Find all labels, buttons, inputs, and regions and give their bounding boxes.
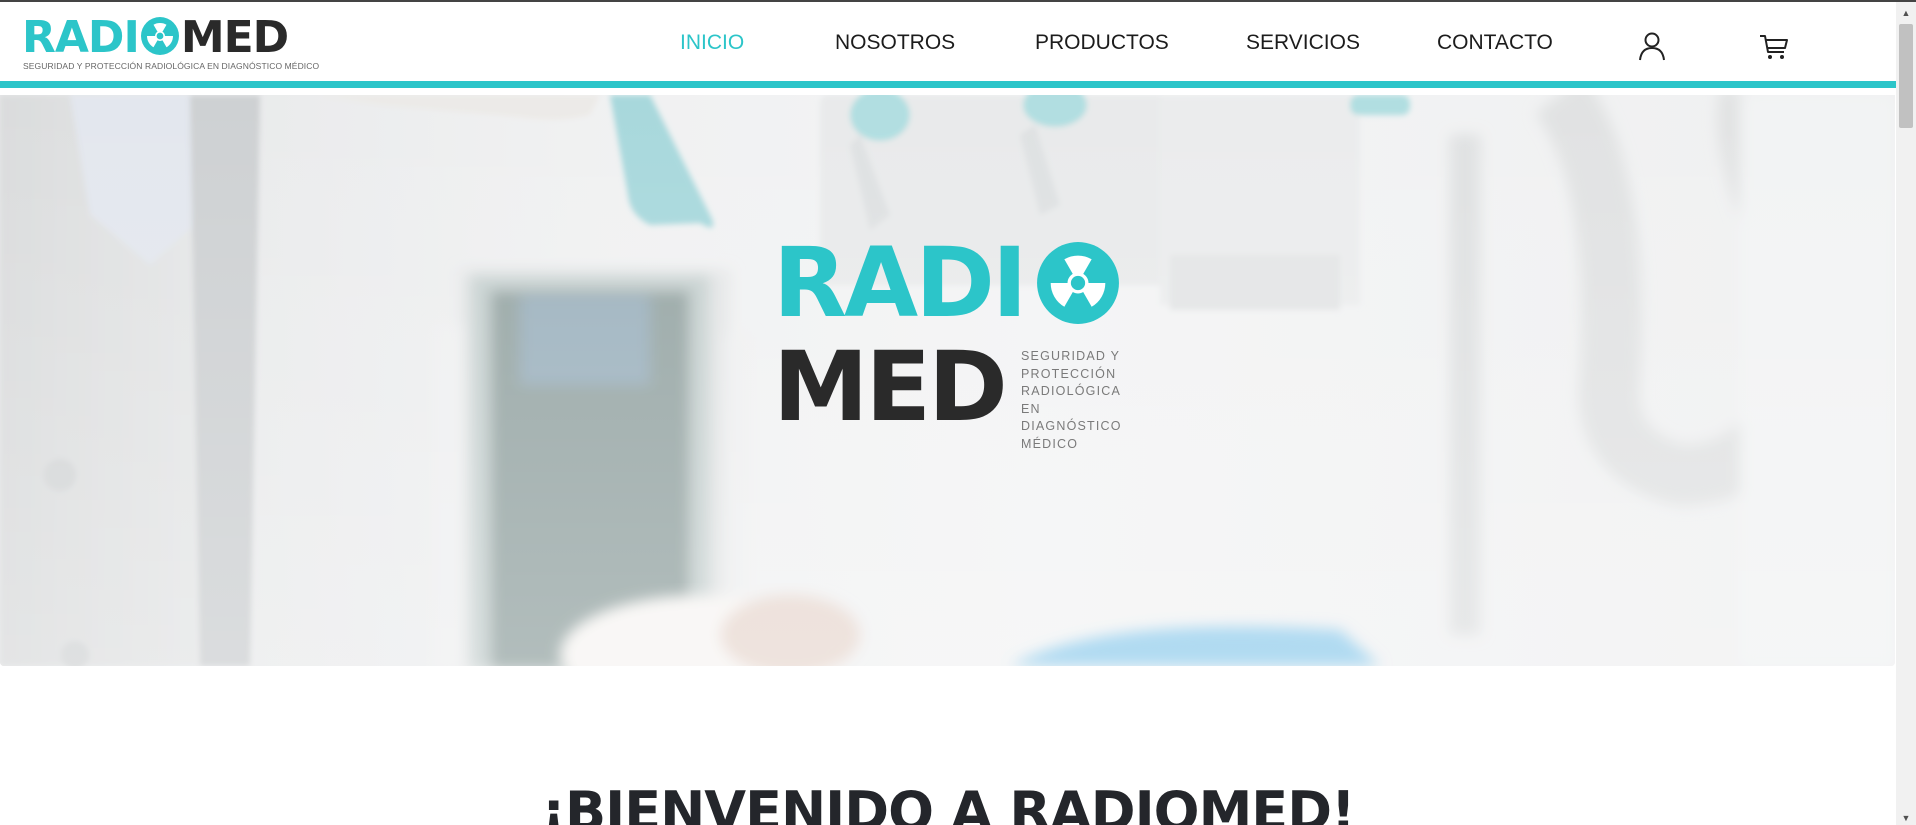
scroll-down-arrow-icon[interactable]: ▼	[1896, 809, 1916, 825]
logo-text-med: MED	[180, 12, 289, 63]
nav-item-nosotros[interactable]: NOSOTROS	[835, 31, 955, 55]
hero-tagline-line: DIAGNÓSTICO	[1021, 419, 1122, 433]
radiation-icon	[1037, 242, 1119, 324]
logo-wordmark: RADI MED	[22, 16, 289, 60]
account-button[interactable]	[1636, 30, 1668, 62]
hero-banner: RADI MED SEGURIDAD Y PROTECCIÓN RADIOLÓG…	[0, 95, 1895, 666]
user-icon	[1639, 32, 1665, 61]
site-header: RADI MED SEGURIDAD Y PROTECCIÓN RADIOLÓG…	[0, 2, 1896, 88]
hero-tagline-line: PROTECCIÓN	[1021, 366, 1117, 381]
hero-tagline-line: MÉDICO	[1021, 436, 1079, 451]
page-scrollbar[interactable]: ▲ ▼	[1896, 2, 1916, 825]
hero-tagline-line: SEGURIDAD Y	[1021, 349, 1121, 363]
hero-logo-med: MED	[773, 331, 1008, 443]
nav-item-servicios[interactable]: SERVICIOS	[1246, 31, 1360, 55]
nav-item-productos[interactable]: PRODUCTOS	[1035, 31, 1169, 55]
hero-tagline: SEGURIDAD Y PROTECCIÓN RADIOLÓGICA EN DI…	[1021, 348, 1141, 453]
shopping-cart-icon	[1760, 35, 1788, 59]
nav-item-contacto[interactable]: CONTACTO	[1437, 31, 1553, 55]
logo-text-radio: RADI	[22, 12, 140, 63]
nav-item-inicio[interactable]: INICIO	[680, 31, 744, 55]
page: RADI MED SEGURIDAD Y PROTECCIÓN RADIOLÓG…	[0, 0, 1916, 825]
hero-logo-radio: RADI	[773, 227, 1028, 339]
site-logo[interactable]: RADI MED SEGURIDAD Y PROTECCIÓN RADIOLÓG…	[22, 16, 319, 74]
cart-button[interactable]	[1758, 30, 1790, 62]
hero-tagline-line: RADIOLÓGICA EN	[1021, 384, 1121, 416]
radiation-icon	[140, 17, 179, 55]
welcome-heading: ¡BIENVENIDO A RADIOMED!	[541, 780, 1355, 825]
logo-tagline: SEGURIDAD Y PROTECCIÓN RADIOLÓGICA EN DI…	[23, 61, 320, 71]
scrollbar-thumb[interactable]	[1899, 24, 1913, 128]
scroll-up-arrow-icon[interactable]: ▲	[1896, 4, 1916, 22]
hero-logo: RADI MED SEGURIDAD Y PROTECCIÓN RADIOLÓG…	[773, 227, 1133, 451]
